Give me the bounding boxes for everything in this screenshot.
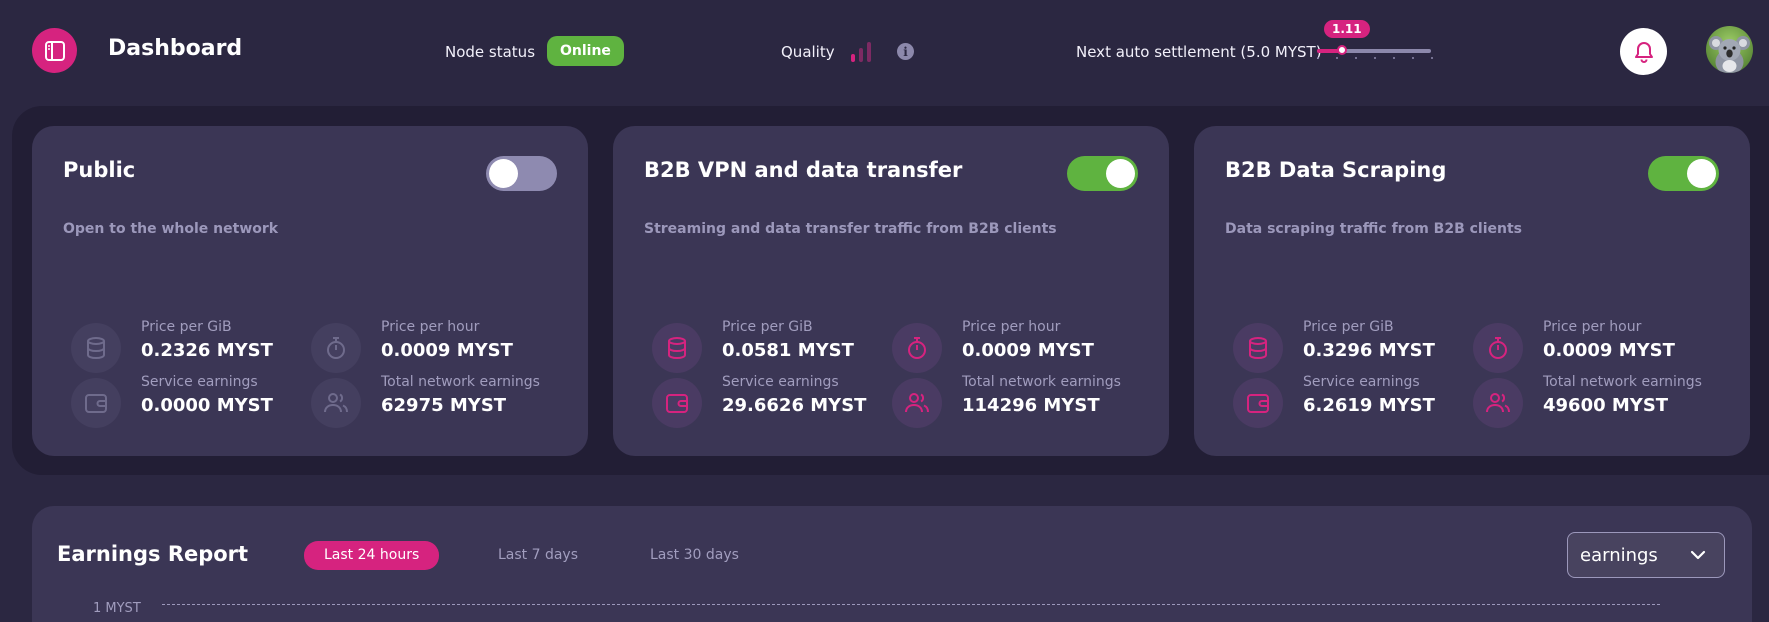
quality-bars-icon [851,40,877,62]
metric-label: Total network earnings [1543,374,1702,390]
top-bar: Dashboard Node status Online Quality i N… [0,0,1769,102]
metric-value: 6.2619 MYST [1303,395,1435,416]
tab-last-30-days[interactable]: Last 30 days [650,541,739,570]
slider-tick [1336,57,1338,59]
price-per-hour: Price per hour 0.0009 MYST [892,319,1132,373]
settlement-label: Next auto settlement (5.0 MYST) [1076,43,1322,61]
metric-label: Price per GiB [141,319,232,335]
users-icon [1473,378,1523,428]
service-earnings: Service earnings 0.0000 MYST [71,374,311,428]
metric-label: Service earnings [1303,374,1420,390]
service-description: Streaming and data transfer traffic from… [644,221,1057,237]
service-description: Data scraping traffic from B2B clients [1225,221,1522,237]
metric-value: 0.0009 MYST [962,340,1094,361]
metric-value: 0.3296 MYST [1303,340,1435,361]
chart-y-tick: 1 MYST [93,601,141,616]
metric-label: Service earnings [141,374,258,390]
service-toggle[interactable] [486,156,557,191]
slider-tick [1374,57,1376,59]
database-icon [652,323,702,373]
metric-label: Total network earnings [962,374,1121,390]
tab-last-7-days[interactable]: Last 7 days [498,541,578,570]
service-toggle[interactable] [1067,156,1138,191]
report-metric-select[interactable]: earnings [1567,532,1725,578]
metric-value: 0.0000 MYST [141,395,273,416]
total-network-earnings: Total network earnings 49600 MYST [1473,374,1713,428]
total-network-earnings: Total network earnings 114296 MYST [892,374,1132,428]
settlement-ticks [1317,57,1433,60]
metric-label: Price per GiB [1303,319,1394,335]
avatar[interactable] [1706,26,1753,73]
info-icon[interactable]: i [897,43,914,60]
metric-label: Price per GiB [722,319,813,335]
service-card-b2b-scraping: B2B Data Scraping Data scraping traffic … [1194,126,1750,456]
node-status-badge: Online [547,36,624,66]
toggle-knob [1687,159,1716,188]
sidebar-toggle-icon [44,40,65,61]
slider-tick [1355,57,1357,59]
service-earnings: Service earnings 29.6626 MYST [652,374,892,428]
quality-label: Quality [781,43,835,61]
wallet-icon [652,378,702,428]
stopwatch-icon [1473,323,1523,373]
users-icon [311,378,361,428]
service-card-public: Public Open to the whole network Price p… [32,126,588,456]
wallet-icon [1233,378,1283,428]
service-title: B2B VPN and data transfer [644,158,963,182]
total-network-earnings: Total network earnings 62975 MYST [311,374,551,428]
service-description: Open to the whole network [63,221,279,237]
metric-value: 0.0009 MYST [381,340,513,361]
tab-last-24-hours[interactable]: Last 24 hours [304,541,440,570]
metric-value: 0.0581 MYST [722,340,854,361]
metric-value: 49600 MYST [1543,395,1669,416]
service-title: B2B Data Scraping [1225,158,1447,182]
slider-tick [1412,57,1414,59]
price-per-gib: Price per GiB 0.3296 MYST [1233,319,1473,373]
price-per-hour: Price per hour 0.0009 MYST [1473,319,1713,373]
metric-value: 114296 MYST [962,395,1100,416]
metric-label: Price per hour [962,319,1061,335]
metric-label: Price per hour [1543,319,1642,335]
metric-label: Price per hour [381,319,480,335]
service-toggle[interactable] [1648,156,1719,191]
metric-label: Service earnings [722,374,839,390]
database-icon [71,323,121,373]
toggle-knob [1106,159,1135,188]
metric-value: 29.6626 MYST [722,395,867,416]
page-title: Dashboard [108,36,243,61]
chart-gridline [162,604,1660,605]
stopwatch-icon [892,323,942,373]
metric-value: 62975 MYST [381,395,507,416]
settlement-value-tooltip: 1.11 [1324,20,1370,38]
slider-tick [1317,57,1319,59]
metric-value: 0.2326 MYST [141,340,273,361]
earnings-report-title: Earnings Report [57,542,249,566]
node-status-label: Node status [445,43,536,61]
database-icon [1233,323,1283,373]
select-value: earnings [1580,545,1658,566]
service-card-b2b-vpn: B2B VPN and data transfer Streaming and … [613,126,1169,456]
slider-tick [1431,57,1433,59]
service-earnings: Service earnings 6.2619 MYST [1233,374,1473,428]
toggle-knob [489,159,518,188]
price-per-hour: Price per hour 0.0009 MYST [311,319,551,373]
metric-value: 0.0009 MYST [1543,340,1675,361]
metric-label: Total network earnings [381,374,540,390]
price-per-gib: Price per GiB 0.2326 MYST [71,319,311,373]
price-per-gib: Price per GiB 0.0581 MYST [652,319,892,373]
chevron-down-icon [1690,550,1706,560]
notifications-button[interactable] [1620,28,1667,75]
stopwatch-icon [311,323,361,373]
slider-tick [1393,57,1395,59]
settlement-thumb [1337,45,1348,55]
sidebar-toggle-button[interactable] [32,28,77,73]
users-icon [892,378,942,428]
quality-bar [867,42,871,62]
quality-bar [851,54,855,62]
wallet-icon [71,378,121,428]
service-title: Public [63,158,136,182]
bell-icon [1634,41,1653,63]
quality-bar [859,48,863,62]
koala-avatar [1709,36,1750,73]
